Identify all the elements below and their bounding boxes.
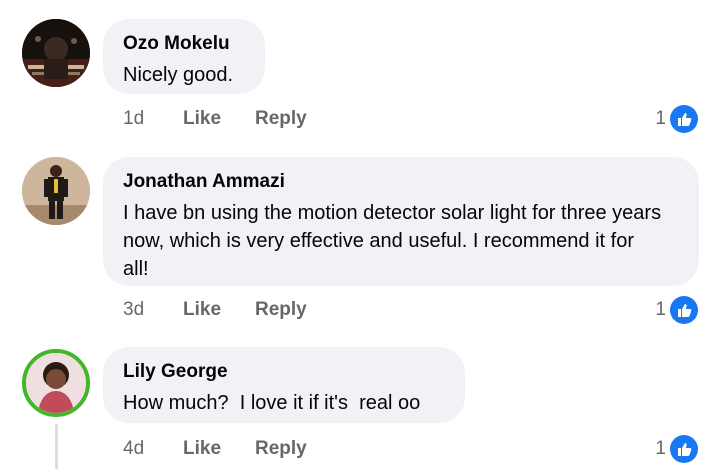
reaction-count: 1 xyxy=(655,108,666,129)
comment-actions: 4d Like Reply xyxy=(123,435,307,463)
comment-bubble: Lily George How much? I love it if it's … xyxy=(103,347,465,423)
comment-item: Lily George How much? I love it if it's … xyxy=(0,340,712,469)
comment-age[interactable]: 1d xyxy=(123,108,183,130)
avatar-image xyxy=(22,157,90,225)
like-button[interactable]: Like xyxy=(183,108,255,130)
reply-button[interactable]: Reply xyxy=(255,438,307,460)
reaction-summary[interactable]: 1 xyxy=(655,434,698,464)
comment-item: Ozo Mokelu Nicely good. 1d Like Reply 1 xyxy=(0,0,712,140)
avatar-image xyxy=(22,19,90,87)
comment-bubble: Ozo Mokelu Nicely good. xyxy=(103,19,265,94)
like-button[interactable]: Like xyxy=(183,438,255,460)
reply-button[interactable]: Reply xyxy=(255,299,307,321)
reply-button[interactable]: Reply xyxy=(255,108,307,130)
comment-author[interactable]: Ozo Mokelu xyxy=(123,32,245,56)
comment-actions: 3d Like Reply xyxy=(123,296,307,324)
comment-actions: 1d Like Reply xyxy=(123,105,307,133)
avatar-image xyxy=(26,353,86,413)
comment-author[interactable]: Lily George xyxy=(123,360,445,384)
avatar[interactable] xyxy=(22,157,90,225)
comment-text: Nicely good. xyxy=(123,64,234,86)
comment-item: Jonathan Ammazi I have bn using the moti… xyxy=(0,150,712,330)
comment-text: I have bn using the motion detector sola… xyxy=(123,202,662,280)
reaction-count: 1 xyxy=(655,438,666,459)
comment-age[interactable]: 4d xyxy=(123,438,183,460)
like-button[interactable]: Like xyxy=(183,299,255,321)
thumbs-up-icon xyxy=(670,296,698,324)
avatar[interactable] xyxy=(22,19,90,87)
reaction-summary[interactable]: 1 xyxy=(655,104,698,134)
thumbs-up-icon xyxy=(670,105,698,133)
reaction-summary[interactable]: 1 xyxy=(655,295,698,325)
comment-author[interactable]: Jonathan Ammazi xyxy=(123,170,679,194)
comment-bubble: Jonathan Ammazi I have bn using the moti… xyxy=(103,157,699,286)
reply-thread-line xyxy=(55,424,58,469)
thumbs-up-icon xyxy=(670,435,698,463)
comment-text: How much? I love it if it's real oo xyxy=(123,392,421,414)
reaction-count: 1 xyxy=(655,299,666,320)
avatar[interactable] xyxy=(22,349,90,417)
comment-age[interactable]: 3d xyxy=(123,299,183,321)
